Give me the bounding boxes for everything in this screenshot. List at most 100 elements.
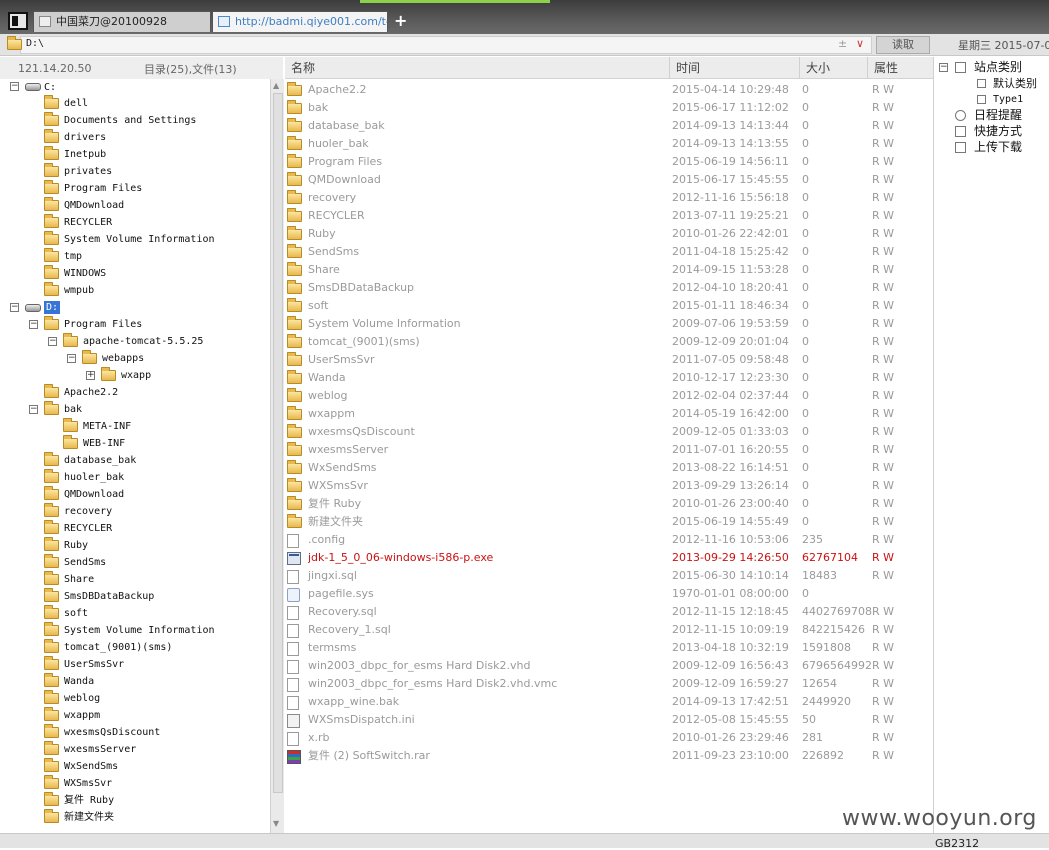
tab-url[interactable]: http://badmi.qiye001.com/tes... bbox=[212, 11, 388, 32]
schedule-icon bbox=[955, 110, 966, 121]
path-input[interactable] bbox=[20, 36, 872, 54]
file-row[interactable]: win2003_dbpc_for_esms Hard Disk2.vhd.vmc… bbox=[285, 675, 933, 693]
file-size: 0 bbox=[802, 443, 809, 456]
file-row[interactable]: WxSendSms 2013-08-22 16:14:51 0 R W bbox=[285, 459, 933, 477]
file-row[interactable]: pagefile.sys 1970-01-01 08:00:00 0 bbox=[285, 585, 933, 603]
file-time: 2015-04-14 10:29:48 bbox=[672, 83, 789, 96]
file-row[interactable]: .config 2012-11-16 10:53:06 235 R W bbox=[285, 531, 933, 549]
file-size: 2449920 bbox=[802, 695, 851, 708]
file-row[interactable]: WXSmsSvr 2013-09-29 13:26:14 0 R W bbox=[285, 477, 933, 495]
tree-scrollbar[interactable]: ▲ ▼ bbox=[270, 79, 284, 833]
schedule-reminder[interactable]: 日程提醒 bbox=[974, 108, 1022, 123]
new-tab-button[interactable]: + bbox=[394, 12, 407, 30]
file-size: 0 bbox=[802, 371, 809, 384]
file-row[interactable]: huoler_bak 2014-09-13 14:13:55 0 R W bbox=[285, 135, 933, 153]
default-category[interactable]: 默认类别 bbox=[993, 76, 1037, 91]
file-row[interactable]: database_bak 2014-09-13 14:13:44 0 R W bbox=[285, 117, 933, 135]
chevron-down-icon[interactable]: ∨ bbox=[856, 37, 864, 50]
server-ip: 121.14.20.50 bbox=[18, 62, 92, 75]
folder-icon bbox=[44, 129, 59, 143]
site-category[interactable]: 站点类别 bbox=[974, 60, 1022, 75]
file-row[interactable]: QMDownload 2015-06-17 15:45:55 0 R W bbox=[285, 171, 933, 189]
file-row[interactable]: soft 2015-01-11 18:46:34 0 R W bbox=[285, 297, 933, 315]
file-row[interactable]: wxappm 2014-05-19 16:42:00 0 R W bbox=[285, 405, 933, 423]
file-size: 842215426 bbox=[802, 623, 865, 636]
file-attr: R W bbox=[872, 101, 895, 114]
shortcuts[interactable]: 快捷方式 bbox=[974, 124, 1022, 139]
file-attr: R W bbox=[872, 461, 895, 474]
file-name: recovery bbox=[308, 191, 357, 204]
tab-caidao[interactable]: 中国菜刀@20100928 bbox=[33, 11, 211, 32]
file-row[interactable]: weblog 2012-02-04 02:37:44 0 R W bbox=[285, 387, 933, 405]
file-row[interactable]: 复件 Ruby 2010-01-26 23:00:40 0 R W bbox=[285, 495, 933, 513]
tree-label: bak bbox=[64, 404, 83, 415]
collapse-icon[interactable]: − bbox=[67, 354, 76, 363]
file-row[interactable]: wxapp_wine.bak 2014-09-13 17:42:51 2449920… bbox=[285, 693, 933, 711]
file-row[interactable]: Wanda 2010-12-17 12:23:30 0 R W bbox=[285, 369, 933, 387]
file-row[interactable]: SmsDBDataBackup 2012-04-10 18:20:41 0 R W bbox=[285, 279, 933, 297]
folder-icon bbox=[44, 588, 59, 602]
scroll-down-icon[interactable]: ▼ bbox=[273, 819, 279, 828]
collapse-icon[interactable]: − bbox=[29, 405, 38, 414]
file-row[interactable]: bak 2015-06-17 11:12:02 0 R W bbox=[285, 99, 933, 117]
file-name: database_bak bbox=[308, 119, 385, 132]
file-attr: R W bbox=[872, 389, 895, 402]
plus-minus-icon[interactable]: ± bbox=[838, 37, 847, 50]
col-time[interactable]: 时间 bbox=[669, 57, 799, 79]
folder-icon bbox=[82, 350, 97, 364]
file-row[interactable]: recovery 2012-11-16 15:56:18 0 R W bbox=[285, 189, 933, 207]
file-row[interactable]: Recovery_1.sql 2012-11-15 10:09:19 8422154… bbox=[285, 621, 933, 639]
col-attr[interactable]: 属性 bbox=[867, 57, 933, 79]
file-time: 2013-08-22 16:14:51 bbox=[672, 461, 789, 474]
type1-category[interactable]: Type1 bbox=[993, 92, 1023, 107]
collapse-icon[interactable]: − bbox=[48, 337, 57, 346]
file-time: 2009-12-09 16:56:43 bbox=[672, 659, 789, 672]
file-row[interactable]: Ruby 2010-01-26 22:42:01 0 R W bbox=[285, 225, 933, 243]
file-row[interactable]: jdk-1_5_0_06-windows-i586-p.exe 2013-09-2… bbox=[285, 549, 933, 567]
shortcut-icon bbox=[955, 126, 966, 137]
file-row[interactable]: 复件 (2) SoftSwitch.rar 2011-09-23 23:10:00… bbox=[285, 747, 933, 765]
tree-label: System Volume Information bbox=[64, 625, 215, 636]
file-name: wxesmsServer bbox=[308, 443, 389, 456]
file-row[interactable]: UserSmsSvr 2011-07-05 09:58:48 0 R W bbox=[285, 351, 933, 369]
tree-label: database_bak bbox=[64, 455, 137, 466]
file-row[interactable]: termsms 2013-04-18 10:32:19 1591808 R W bbox=[285, 639, 933, 657]
expand-icon[interactable]: + bbox=[86, 371, 95, 380]
file-time: 2011-07-05 09:58:48 bbox=[672, 353, 789, 366]
file-row[interactable]: jingxi.sql 2015-06-30 14:10:14 18483 R W bbox=[285, 567, 933, 585]
collapse-icon[interactable]: − bbox=[939, 63, 948, 72]
file-attr: R W bbox=[872, 209, 895, 222]
file-row[interactable]: Program Files 2015-06-19 14:56:11 0 R W bbox=[285, 153, 933, 171]
file-size: 0 bbox=[802, 461, 809, 474]
read-button[interactable]: 读取 bbox=[876, 36, 930, 54]
file-row[interactable]: x.rb 2010-01-26 23:29:46 281 R W bbox=[285, 729, 933, 747]
file-row[interactable]: win2003_dbpc_for_esms Hard Disk2.vhd 2009… bbox=[285, 657, 933, 675]
file-row[interactable]: WXSmsDispatch.ini 2012-05-08 15:45:55 50 R … bbox=[285, 711, 933, 729]
file-row[interactable]: System Volume Information 2009-07-06 19:5… bbox=[285, 315, 933, 333]
col-name[interactable]: 名称 bbox=[285, 57, 669, 79]
file-time: 2010-01-26 23:29:46 bbox=[672, 731, 789, 744]
file-row[interactable]: 新建文件夹 2015-06-19 14:55:49 0 R W bbox=[285, 513, 933, 531]
file-time: 2014-05-19 16:42:00 bbox=[672, 407, 789, 420]
file-size: 0 bbox=[802, 317, 809, 330]
scroll-up-icon[interactable]: ▲ bbox=[273, 81, 279, 90]
scroll-thumb[interactable] bbox=[273, 93, 283, 793]
upload-download[interactable]: 上传下载 bbox=[974, 140, 1022, 155]
file-name: wxesmsQsDiscount bbox=[308, 425, 415, 438]
file-row[interactable]: wxesmsServer 2011-07-01 16:20:55 0 R W bbox=[285, 441, 933, 459]
collapse-icon[interactable]: − bbox=[10, 82, 19, 91]
file-row[interactable]: tomcat_(9001)(sms) 2009-12-09 20:01:04 0 R … bbox=[285, 333, 933, 351]
file-row[interactable]: Apache2.2 2015-04-14 10:29:48 0 R W bbox=[285, 81, 933, 99]
collapse-icon[interactable]: − bbox=[29, 320, 38, 329]
file-row[interactable]: SendSms 2011-04-18 15:25:42 0 R W bbox=[285, 243, 933, 261]
tree-label: webapps bbox=[102, 353, 145, 364]
browser-tab-bar: 中国菜刀@20100928 http://badmi.qiye001.com/t… bbox=[0, 0, 1049, 34]
transfer-icon bbox=[955, 142, 966, 153]
file-attr: R W bbox=[872, 569, 895, 582]
file-row[interactable]: Recovery.sql 2012-11-15 12:18:45 440276970… bbox=[285, 603, 933, 621]
file-row[interactable]: Share 2014-09-15 11:53:28 0 R W bbox=[285, 261, 933, 279]
file-row[interactable]: wxesmsQsDiscount 2009-12-05 01:33:03 0 R W bbox=[285, 423, 933, 441]
collapse-icon[interactable]: − bbox=[10, 303, 19, 312]
file-row[interactable]: RECYCLER 2013-07-11 19:25:21 0 R W bbox=[285, 207, 933, 225]
col-size[interactable]: 大小 bbox=[799, 57, 867, 79]
